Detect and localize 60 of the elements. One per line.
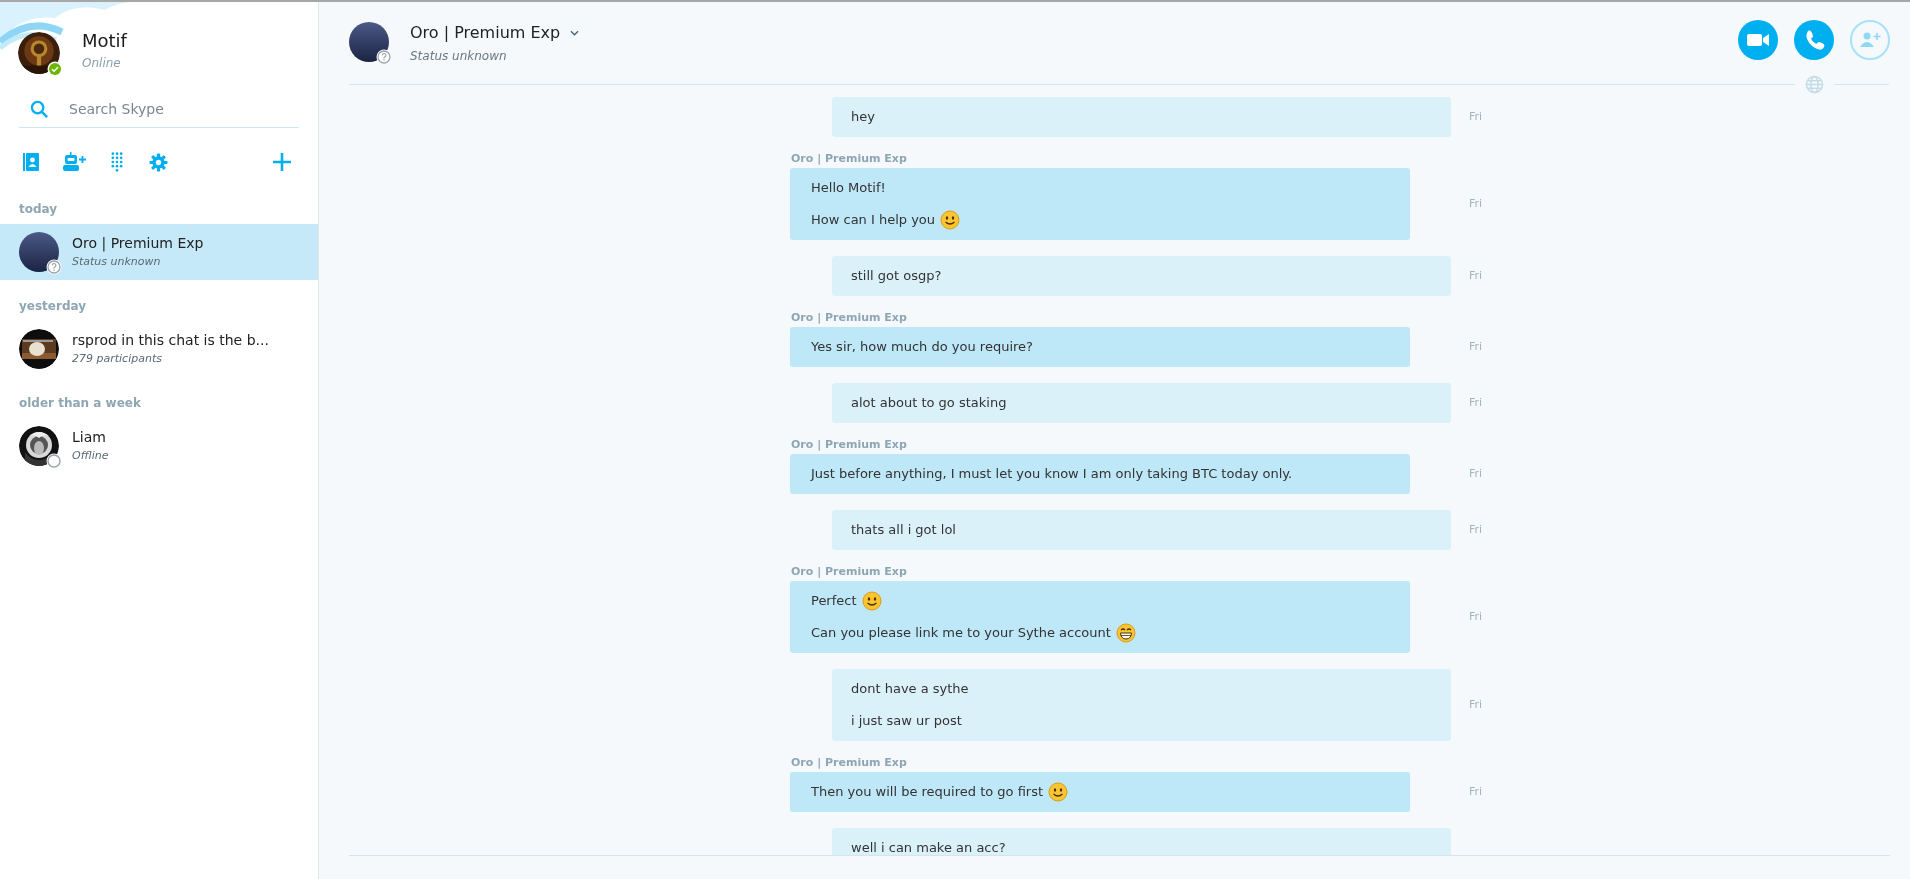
message-text: hey [851, 108, 875, 127]
section-label: today [18, 201, 59, 218]
smiley-icon [940, 210, 961, 230]
message-text: How can I help you [811, 211, 936, 230]
message-text: Hello Motif! [811, 179, 886, 198]
sender-name: Oro | Premium Exp [791, 439, 908, 451]
conversation-subtitle: 279 participants [72, 350, 163, 367]
message-time: Fri [1469, 267, 1483, 284]
conversation-name: Oro | Premium Exp [72, 233, 204, 252]
message-text: Can you please link me to your Sythe account [811, 624, 1111, 643]
conversation-subtitle: Offline [72, 447, 109, 464]
conversation-subtitle: Status unknown [72, 253, 162, 270]
profile-status: Online [82, 55, 122, 72]
chat-status: Status unknown [410, 48, 508, 65]
message-text: Just before anything, I must let you know I am only taking BTC today only. [811, 465, 1293, 484]
sender-name: Oro | Premium Exp [791, 312, 908, 324]
conversation-item[interactable]: Oro | Premium Exp Status unknown [0, 224, 318, 280]
section-label: older than a week [18, 395, 142, 412]
message-text: Yes sir, how much do you require? [811, 338, 1033, 357]
search-icon [30, 100, 49, 119]
plus-icon[interactable] [273, 153, 291, 171]
message-time: Fri [1469, 696, 1483, 713]
settings-icon[interactable] [149, 152, 168, 172]
call-button[interactable] [1794, 20, 1834, 60]
message-text: Then you will be required to go first [811, 783, 1044, 802]
dial-pad-icon[interactable] [110, 152, 124, 172]
profile-name: Motif [82, 30, 127, 52]
message-text: still got osgp? [851, 267, 942, 286]
message-text: thats all i got lol [851, 521, 956, 540]
message-time: Fri [1469, 394, 1483, 411]
conversation-name: rsprod in this chat is the b... [72, 330, 269, 349]
message-time: Fri [1469, 783, 1483, 800]
section-label: yesterday [18, 298, 88, 315]
message-time: Fri [1469, 608, 1483, 625]
add-bot-icon[interactable] [63, 152, 87, 172]
avatar [349, 22, 389, 62]
message-text: i just saw ur post [851, 712, 962, 731]
contacts-icon[interactable] [23, 153, 39, 171]
smiley-icon [861, 591, 882, 611]
globe-icon [1805, 74, 1824, 94]
message-time: Fri [1469, 338, 1483, 355]
chat-title[interactable]: Oro | Premium Exp [410, 23, 561, 43]
message-text: Perfect [811, 592, 857, 611]
message-time: Fri [1469, 521, 1483, 538]
sender-name: Oro | Premium Exp [791, 153, 908, 165]
add-person-button[interactable] [1850, 20, 1890, 60]
smiley-icon [1048, 782, 1069, 802]
grinning-emoji-icon [1115, 623, 1136, 643]
conversation-name: Liam [72, 427, 107, 446]
message-text: well i can make an acc? [851, 839, 1006, 855]
message-time: Fri [1469, 195, 1483, 212]
video-call-button[interactable] [1738, 20, 1778, 60]
message-text: dont have a sythe [851, 680, 969, 699]
sender-name: Oro | Premium Exp [791, 566, 908, 578]
message-text: alot about to go staking [851, 394, 1007, 413]
message-time: Fri [1469, 465, 1483, 482]
sender-name: Oro | Premium Exp [791, 757, 908, 769]
chevron-down-icon[interactable] [570, 30, 580, 36]
search-field[interactable]: Search Skype [69, 99, 269, 120]
message-time: Fri [1469, 108, 1483, 125]
